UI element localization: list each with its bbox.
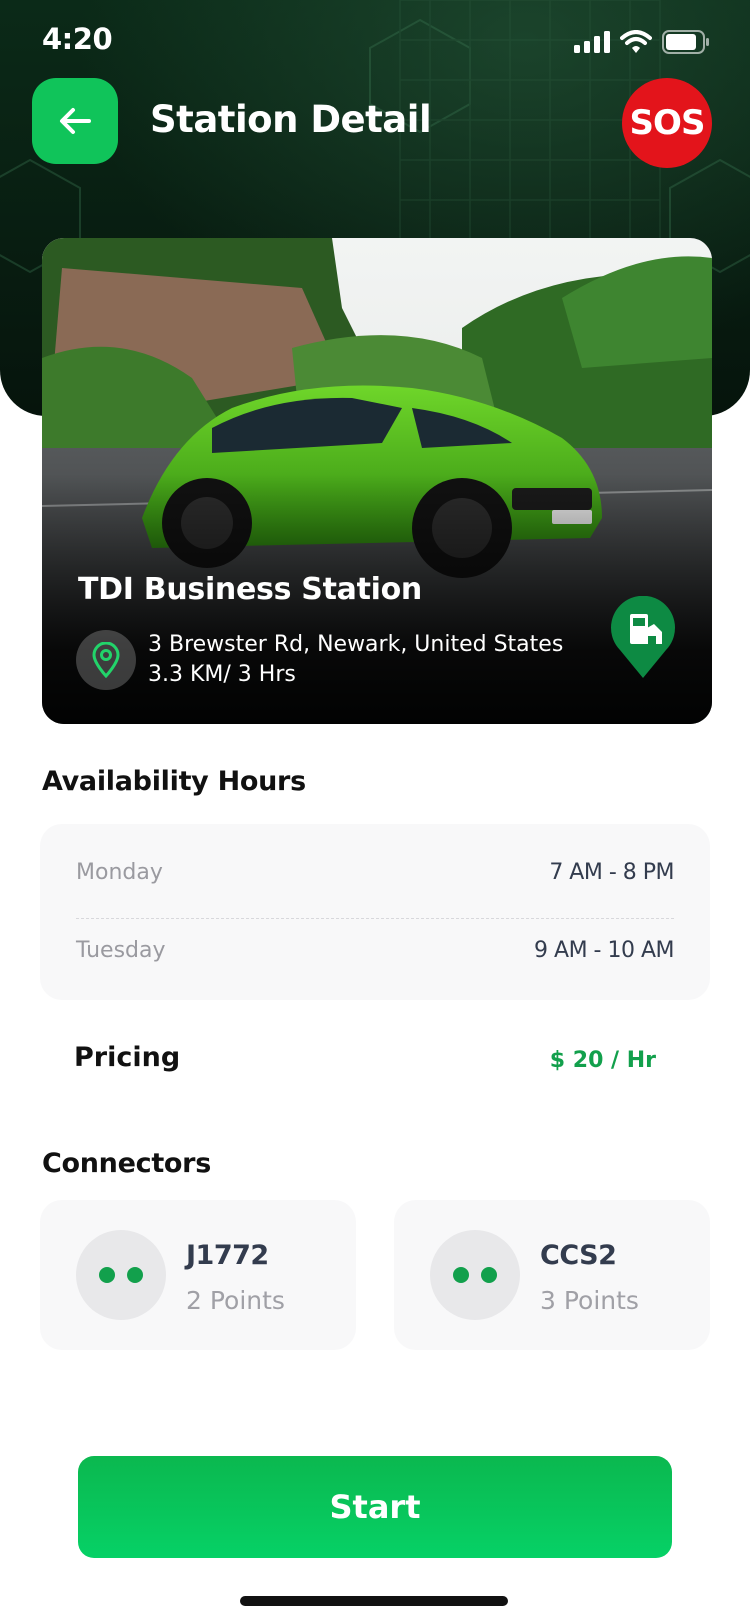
status-icons <box>574 30 710 54</box>
connector-points: 2 Points <box>186 1286 285 1315</box>
ev-station-pin-icon[interactable] <box>610 596 676 680</box>
connector-card-ccs2[interactable]: CCS2 3 Points <box>394 1200 710 1350</box>
plug-icon <box>430 1230 520 1320</box>
hours-value: 9 AM - 10 AM <box>534 937 674 963</box>
connectors-title: Connectors <box>42 1148 211 1179</box>
signal-icon <box>574 31 610 53</box>
station-detail-screen: 4:20 Station Detail SOS TDI Business Sta… <box>0 0 750 1624</box>
status-time: 4:20 <box>42 22 113 56</box>
plug-pin <box>481 1267 497 1283</box>
station-name: TDI Business Station <box>78 572 422 607</box>
day-label: Monday <box>76 859 163 885</box>
battery-icon <box>662 30 709 54</box>
station-address: 3 Brewster Rd, Newark, United States <box>148 632 564 657</box>
connector-points: 3 Points <box>540 1286 639 1315</box>
arrow-left-icon <box>60 108 91 134</box>
home-indicator[interactable] <box>240 1596 508 1606</box>
start-button[interactable]: Start <box>78 1456 672 1558</box>
day-label: Tuesday <box>76 937 166 963</box>
pricing-value: $ 20 / Hr <box>549 1048 656 1073</box>
hours-row-tuesday: Tuesday 9 AM - 10 AM <box>76 930 674 970</box>
station-distance: 3.3 KM/ 3 Hrs <box>148 662 296 687</box>
station-hero-card[interactable]: TDI Business Station 3 Brewster Rd, Newa… <box>42 238 712 724</box>
availability-hours-card: Monday 7 AM - 8 PM Tuesday 9 AM - 10 AM <box>40 824 710 1000</box>
plug-pin <box>99 1267 115 1283</box>
location-badge <box>76 630 136 690</box>
wifi-icon <box>620 30 652 53</box>
availability-title: Availability Hours <box>42 766 306 797</box>
sos-button[interactable]: SOS <box>622 78 712 168</box>
plug-pin <box>453 1267 469 1283</box>
pricing-label: Pricing <box>74 1042 181 1073</box>
dashed-divider <box>76 918 674 919</box>
station-address-block: 3 Brewster Rd, Newark, United States 3.3… <box>148 630 563 690</box>
page-title: Station Detail <box>150 98 432 141</box>
hours-row-monday: Monday 7 AM - 8 PM <box>76 852 674 892</box>
status-bar: 4:20 <box>0 0 750 80</box>
connector-card-j1772[interactable]: J1772 2 Points <box>40 1200 356 1350</box>
connector-name: J1772 <box>186 1240 269 1271</box>
back-button[interactable] <box>32 78 118 164</box>
plug-icon <box>76 1230 166 1320</box>
hours-value: 7 AM - 8 PM <box>549 859 674 885</box>
plug-pin <box>127 1267 143 1283</box>
map-pin-icon <box>92 642 120 678</box>
connector-name: CCS2 <box>540 1240 617 1271</box>
